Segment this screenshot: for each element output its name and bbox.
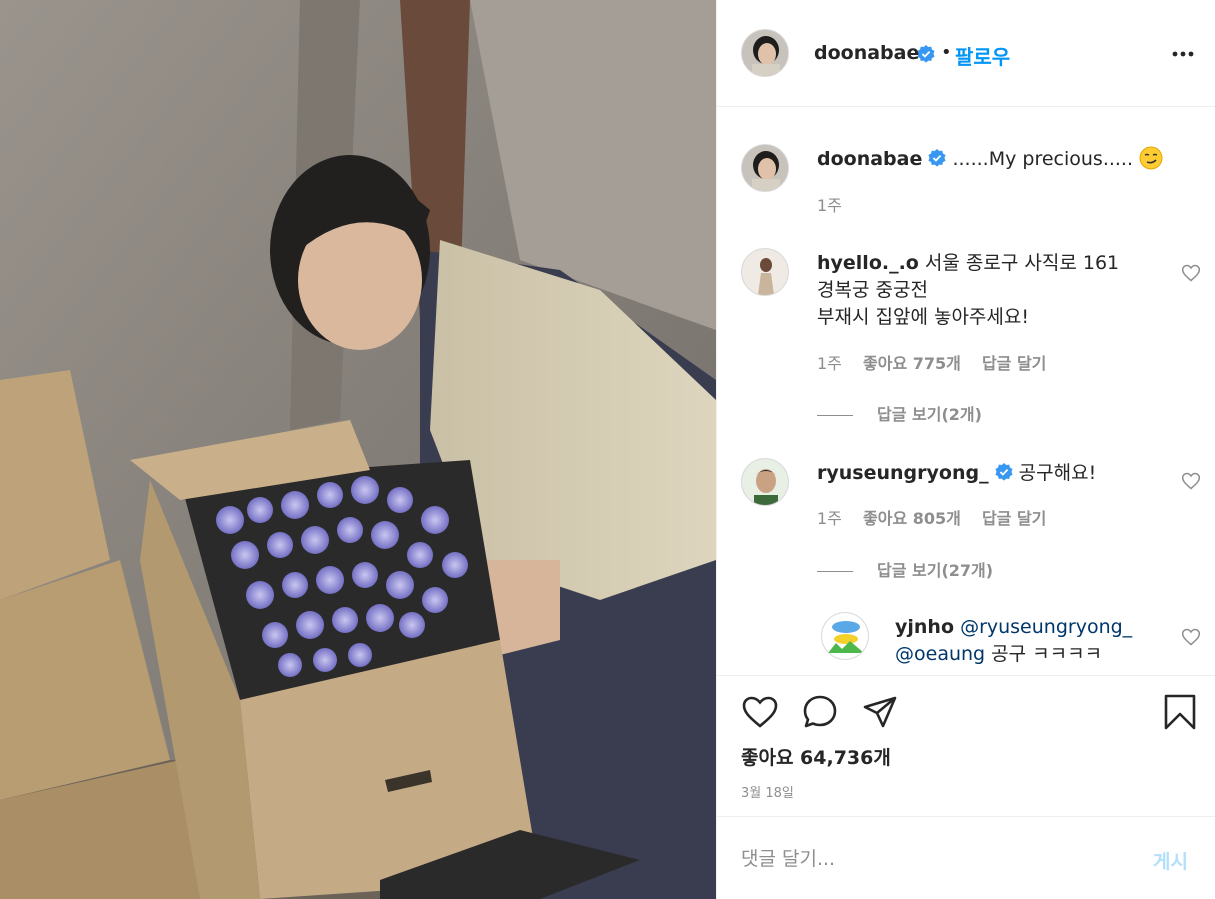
comment-time: 1주 <box>817 509 842 528</box>
comment-body: hyello._.o 서울 종로구 사직로 161 경복궁 중궁전 부재시 집앞… <box>817 250 1157 331</box>
caption-time: 1주 <box>817 196 842 215</box>
comment-text-line2: 경복궁 중궁전 <box>817 279 928 301</box>
comments-list[interactable]: doonabae ......My precious..... 1주 hyell… <box>717 108 1215 674</box>
post-actions: 좋아요 64,736개 3월 18일 <box>717 675 1215 815</box>
comment-like-heart-icon[interactable] <box>1181 263 1201 283</box>
replies-divider <box>817 571 853 572</box>
comment-likes[interactable]: 좋아요 775개 <box>863 354 961 373</box>
likes-count[interactable]: 좋아요 64,736개 <box>741 743 891 770</box>
post-photo[interactable] <box>0 0 716 899</box>
comment-like-heart-icon[interactable] <box>1181 471 1201 491</box>
save-bookmark-icon[interactable] <box>1161 693 1199 731</box>
comment-item: hyello._.o 서울 종로구 사직로 161 경복궁 중궁전 부재시 집앞… <box>741 248 1201 428</box>
comment-bubble-icon[interactable] <box>801 693 839 731</box>
caption-username[interactable]: doonabae <box>817 148 922 170</box>
caption-body: doonabae ......My precious..... <box>817 146 1197 173</box>
view-replies-button[interactable]: 답글 보기(27개) <box>817 557 993 581</box>
replies-divider <box>817 415 853 416</box>
author-avatar[interactable] <box>741 29 789 77</box>
reply-like-heart-icon[interactable] <box>1181 627 1201 647</box>
post-comment-button[interactable]: 게시 <box>1153 847 1188 874</box>
reply-body: yjnho @ryuseungryong_ @oeaung 공구 ㅋㅋㅋㅋ <box>895 614 1135 668</box>
reply-item: yjnho @ryuseungryong_ @oeaung 공구 ㅋㅋㅋㅋ <box>821 612 1201 674</box>
comment-username[interactable]: hyello._.o <box>817 252 919 274</box>
comment-text-line3: 부재시 집앞에 놓아주세요! <box>817 306 1029 328</box>
comment-input[interactable] <box>741 839 1121 879</box>
separator-dot: • <box>941 42 952 63</box>
verified-badge-icon <box>917 45 935 63</box>
post-detail-panel: doonabae • 팔로우 doonabae ......My preciou… <box>716 0 1215 899</box>
comment-text: 공구해요! <box>1018 462 1097 484</box>
reply-text: 공구 ㅋㅋㅋㅋ <box>991 643 1103 665</box>
view-replies-label: 답글 보기(2개) <box>877 405 982 424</box>
post-date[interactable]: 3월 18일 <box>741 782 794 801</box>
author-username[interactable]: doonabae <box>814 42 919 64</box>
comment-username[interactable]: ryuseungryong_ <box>817 462 989 484</box>
replier-avatar[interactable] <box>821 612 869 660</box>
caption-text: ......My precious..... <box>952 148 1134 170</box>
reply-button[interactable]: 답글 달기 <box>982 509 1046 528</box>
reply-button[interactable]: 답글 달기 <box>982 354 1046 373</box>
comment-item: ryuseungryong_ 공구해요! 1주 좋아요 805개 답글 달기 답… <box>741 458 1201 598</box>
comment-body: ryuseungryong_ 공구해요! <box>817 460 1157 487</box>
reply-mention-1[interactable]: @ryuseungryong_ <box>960 616 1132 638</box>
comment-likes[interactable]: 좋아요 805개 <box>863 509 961 528</box>
reply-mention-2[interactable]: @oeaung <box>895 643 985 665</box>
comment-time: 1주 <box>817 354 842 373</box>
view-replies-label: 답글 보기(27개) <box>877 561 994 580</box>
verified-badge-icon <box>928 149 946 167</box>
commenter-avatar[interactable] <box>741 248 789 296</box>
follow-button[interactable]: 팔로우 <box>955 41 1010 70</box>
caption-author-avatar[interactable] <box>741 144 789 192</box>
comment-text-line1: 서울 종로구 사직로 161 <box>924 252 1120 274</box>
post-header: doonabae • 팔로우 <box>717 0 1215 107</box>
add-comment-bar: 게시 <box>717 816 1215 899</box>
more-options-icon[interactable] <box>1169 40 1197 68</box>
caption: doonabae ......My precious..... 1주 <box>741 144 1201 224</box>
share-direct-icon[interactable] <box>861 693 899 731</box>
comment-meta: 1주 좋아요 775개 답글 달기 <box>817 350 1062 374</box>
like-heart-icon[interactable] <box>741 693 779 731</box>
reply-username[interactable]: yjnho <box>895 616 954 638</box>
comment-meta: 1주 좋아요 805개 답글 달기 <box>817 505 1062 529</box>
post-image <box>0 0 716 899</box>
caption-meta: 1주 <box>817 192 858 216</box>
verified-badge-icon <box>995 463 1013 481</box>
commenter-avatar[interactable] <box>741 458 789 506</box>
smirk-emoji-icon <box>1139 146 1163 170</box>
view-replies-button[interactable]: 답글 보기(2개) <box>817 401 982 425</box>
